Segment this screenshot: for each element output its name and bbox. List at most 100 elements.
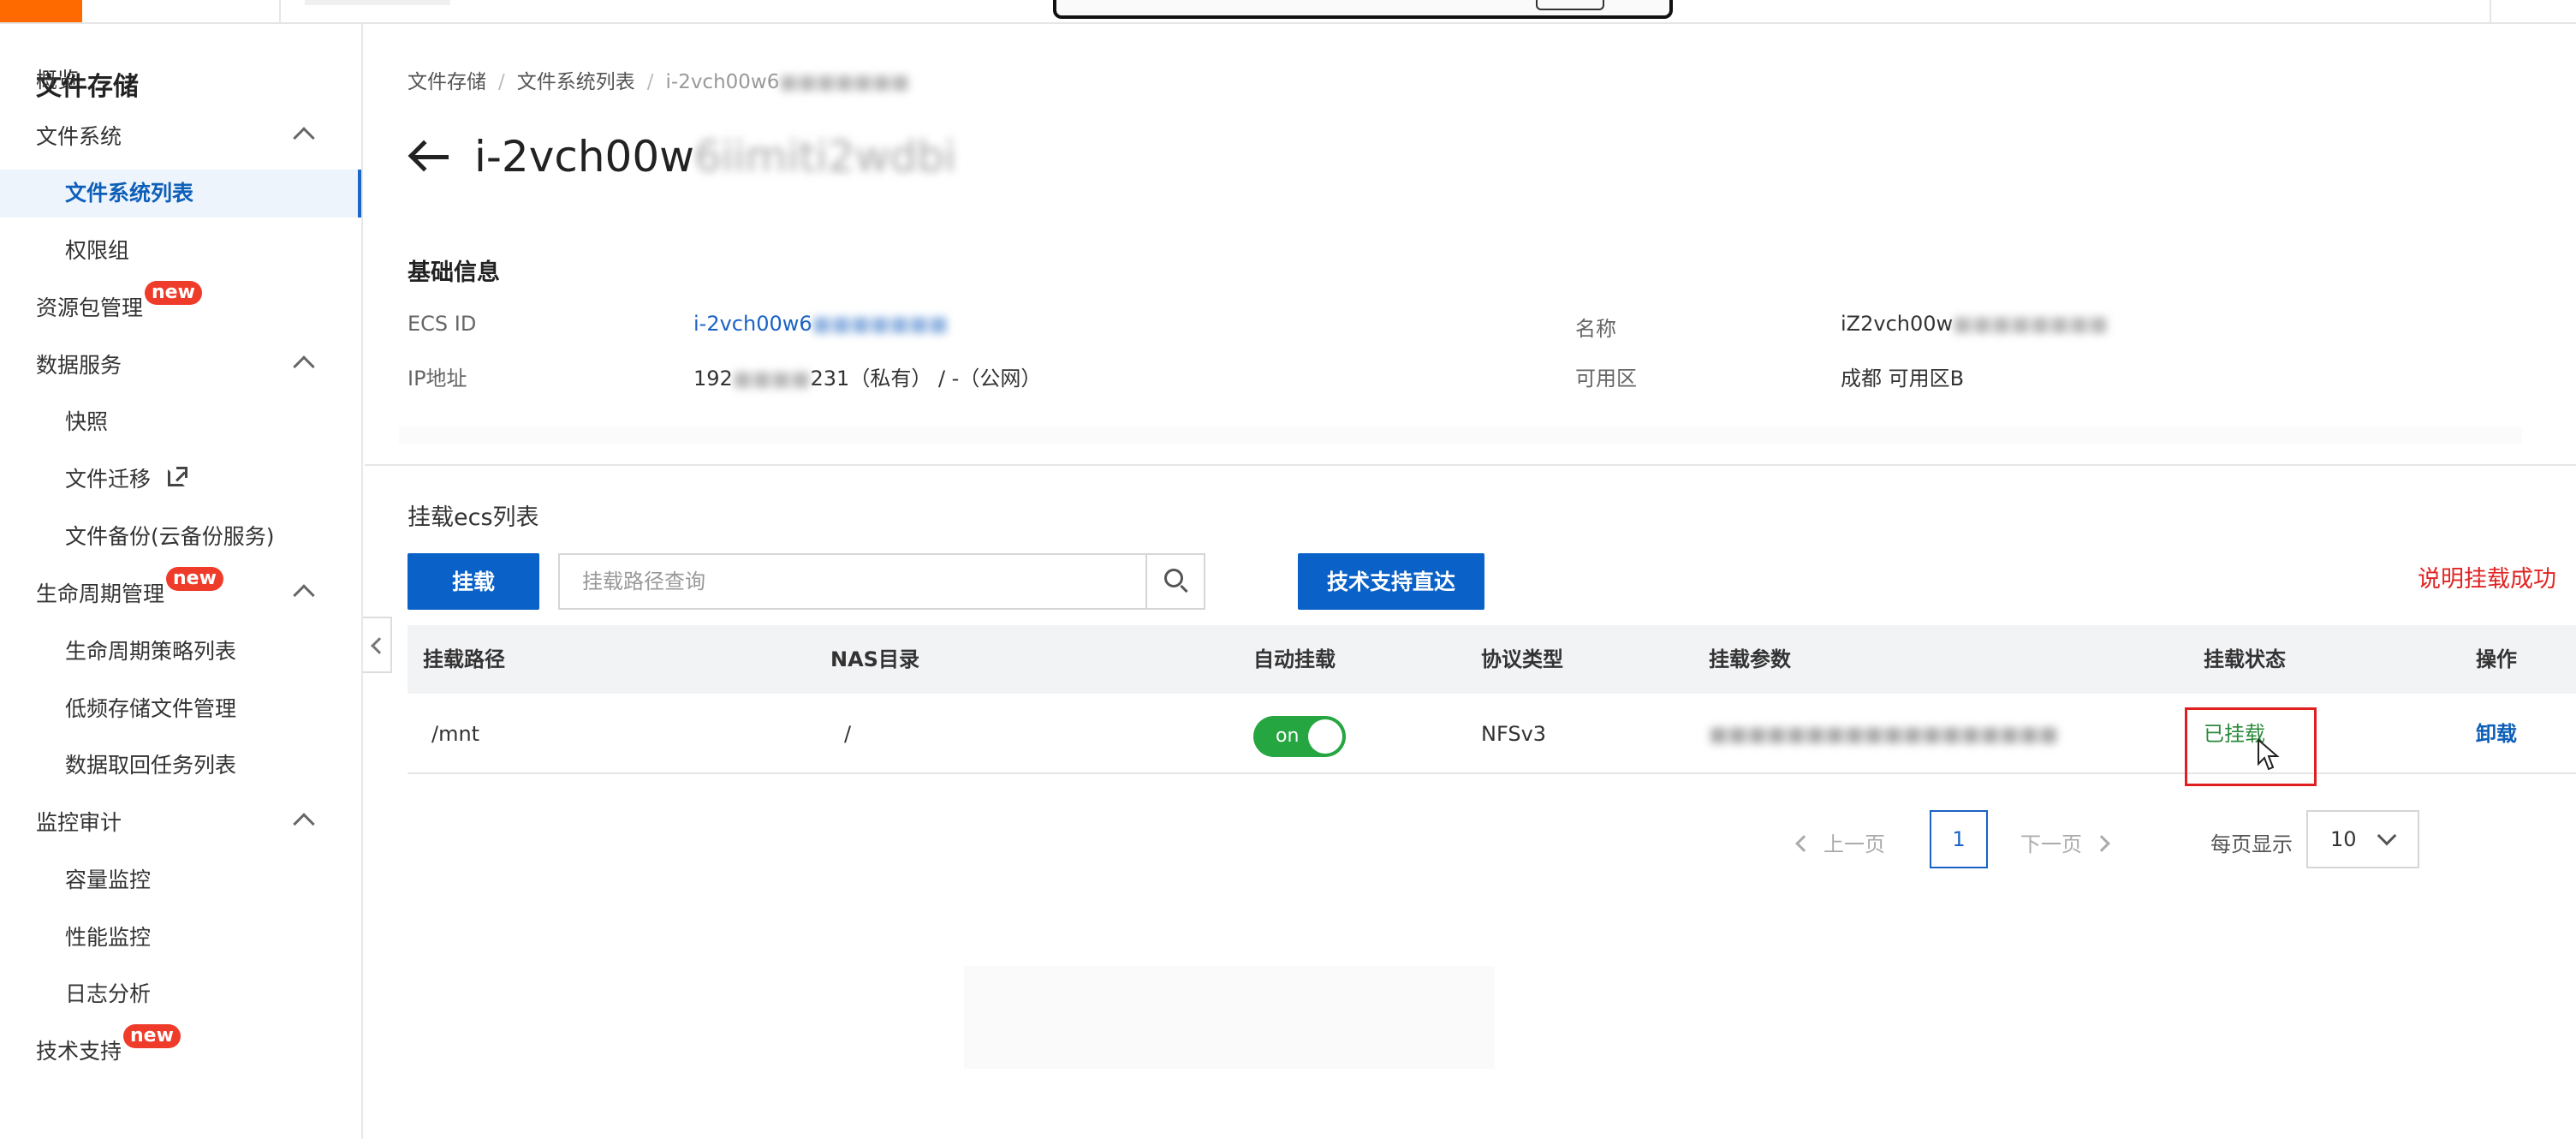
sidebar-item-snapshot[interactable]: 快照 xyxy=(0,398,361,446)
sidebar-item-resource-package[interactable]: 资源包管理new xyxy=(0,281,361,332)
column-header: 挂载参数 xyxy=(1709,647,1791,671)
page-title: i-2vch00w6iimiti2wdbi xyxy=(408,132,956,182)
sidebar-item-label: 日志分析 xyxy=(65,981,152,1006)
redacted-text: ■■■■■■■ xyxy=(779,71,910,93)
chevron-up-icon xyxy=(293,813,315,835)
basic-info-title: 基础信息 xyxy=(408,259,500,286)
redacted-text: ■■■■■■■ xyxy=(812,312,949,336)
table-row: /mnt / on NFSv3 ■■■■■■■■■■■■■■■■■■ 已挂载 卸… xyxy=(408,694,2576,774)
sidebar-item-label: 性能监控 xyxy=(65,925,152,950)
sidebar-item-log-analysis[interactable]: 日志分析 xyxy=(0,970,361,1018)
sidebar-item-label: 文件系统列表 xyxy=(65,181,194,206)
top-bar-divider xyxy=(2490,0,2491,22)
top-bar xyxy=(0,0,2576,24)
top-bar-tab[interactable] xyxy=(305,0,450,5)
sidebar-item-permission-group[interactable]: 权限组 xyxy=(0,227,361,275)
page-number-button[interactable]: 1 xyxy=(1930,810,1988,868)
sidebar-item-lifecycle[interactable]: 生命周期管理new xyxy=(0,567,361,618)
chevron-up-icon xyxy=(293,355,315,378)
auto-mount-toggle[interactable]: on xyxy=(1253,716,1346,757)
sidebar-item-label: 快照 xyxy=(65,409,109,434)
sidebar-item-file-system-list[interactable]: 文件系统列表 xyxy=(0,170,361,218)
name-label: 名称 xyxy=(1575,317,1616,341)
sidebar-item-performance-monitoring[interactable]: 性能监控 xyxy=(0,914,361,962)
protocol-cell: NFSv3 xyxy=(1481,722,1547,746)
sidebar-item-file-backup[interactable]: 文件备份(云备份服务) xyxy=(0,513,361,561)
annotation-text: 说明挂载成功 xyxy=(2418,566,2556,593)
sidebar-item-label: 生命周期管理 xyxy=(36,581,165,606)
command-bar[interactable] xyxy=(1053,0,1673,19)
sidebar-item-label: 生命周期策略列表 xyxy=(65,639,237,664)
breadcrumb: 文件存储 / 文件系统列表 / i-2vch00w6■■■■■■■ xyxy=(408,65,910,94)
ip-value: 192■■■■231（私有） / -（公网） xyxy=(693,361,1041,391)
per-page-select[interactable]: 10 xyxy=(2306,810,2419,868)
next-page-button[interactable]: 下一页 xyxy=(2020,827,2110,862)
search-input[interactable] xyxy=(560,555,1147,608)
tech-support-button[interactable]: 技术支持直达 xyxy=(1298,553,1484,610)
ecs-id-value[interactable]: i-2vch00w6■■■■■■■ xyxy=(693,312,948,336)
ip-label: IP地址 xyxy=(408,367,467,391)
sidebar-item-label: 文件迁移 xyxy=(65,467,152,492)
per-page-label: 每页显示 xyxy=(2210,832,2293,856)
column-header: 操作 xyxy=(2476,647,2517,671)
sidebar-item-label: 概览 xyxy=(36,68,80,92)
sidebar-item-data-retrieval-tasks[interactable]: 数据取回任务列表 xyxy=(0,742,361,790)
next-page-label: 下一页 xyxy=(2020,832,2082,856)
column-header: 自动挂载 xyxy=(1253,647,1336,671)
zone-value: 成都 可用区B xyxy=(1841,367,1965,391)
breadcrumb-separator: / xyxy=(646,71,654,93)
sidebar-item-monitoring-audit[interactable]: 监控审计 xyxy=(0,799,361,847)
sidebar-item-label: 数据取回任务列表 xyxy=(65,753,237,778)
per-page-value: 10 xyxy=(2330,827,2357,851)
page-title-text: i-2vch00w xyxy=(474,132,695,182)
brand-logo[interactable] xyxy=(0,0,82,22)
sidebar-item-ia-file-management[interactable]: 低频存储文件管理 xyxy=(0,685,361,733)
faint-background xyxy=(964,966,1495,1069)
mount-path-cell: /mnt xyxy=(431,722,480,746)
table-header: 挂载路径 NAS目录 自动挂载 协议类型 挂载参数 挂载状态 操作 xyxy=(408,625,2576,694)
toggle-knob xyxy=(1308,719,1342,754)
breadcrumb-root[interactable]: 文件存储 xyxy=(408,71,486,93)
column-header: 挂载路径 xyxy=(423,647,505,671)
sidebar-item-label: 文件系统 xyxy=(36,124,122,149)
redacted-text: ■■■■ xyxy=(732,367,811,391)
search-icon xyxy=(1164,569,1183,587)
faint-background xyxy=(399,426,2522,444)
sidebar-item-capacity-monitoring[interactable]: 容量监控 xyxy=(0,856,361,904)
column-header: 挂载状态 xyxy=(2204,647,2286,671)
chevron-up-icon xyxy=(293,584,315,606)
redacted-text: ■■■■■■■■ xyxy=(1953,312,2109,336)
search-button[interactable] xyxy=(1145,555,1204,608)
sidebar-item-data-service[interactable]: 数据服务 xyxy=(0,342,361,390)
sidebar-item-tech-support[interactable]: 技术支持new xyxy=(0,1024,361,1076)
external-link-icon xyxy=(168,467,188,486)
mount-button[interactable]: 挂载 xyxy=(408,553,539,610)
breadcrumb-file-system-list[interactable]: 文件系统列表 xyxy=(517,71,635,93)
chevron-left-icon xyxy=(1795,835,1812,852)
unmount-link[interactable]: 卸载 xyxy=(2476,694,2517,774)
breadcrumb-current: i-2vch00w6 xyxy=(665,71,780,93)
back-arrow-icon[interactable] xyxy=(408,140,450,174)
section-divider xyxy=(365,464,2576,466)
mouse-cursor-icon xyxy=(2258,738,2280,771)
mount-list-title: 挂载ecs列表 xyxy=(408,504,539,531)
chevron-right-icon xyxy=(2093,835,2110,852)
ecs-id-label: ECS ID xyxy=(408,312,477,336)
sidebar-item-label: 低频存储文件管理 xyxy=(65,696,237,721)
sidebar-item-lifecycle-policy-list[interactable]: 生命周期策略列表 xyxy=(0,628,361,676)
sidebar-item-label: 资源包管理 xyxy=(36,295,144,320)
sidebar-item-label: 容量监控 xyxy=(65,868,152,892)
ecs-id-text: i-2vch00w6 xyxy=(693,312,812,336)
toggle-label: on xyxy=(1276,725,1300,747)
prev-page-button[interactable]: 上一页 xyxy=(1795,827,1885,862)
ip-suffix: 231（私有） / -（公网） xyxy=(810,367,1042,391)
command-bar-button[interactable] xyxy=(1536,0,1604,10)
sidebar-item-file-migration[interactable]: 文件迁移 xyxy=(0,456,361,504)
sidebar: 文件存储 概览 文件系统 文件系统列表 权限组 资源包管理new 数据服务 快照… xyxy=(0,24,363,1139)
name-text: iZ2vch00w xyxy=(1841,312,1954,336)
column-header: 协议类型 xyxy=(1481,647,1563,671)
sidebar-item-label: 技术支持 xyxy=(36,1039,122,1064)
sidebar-item-overview[interactable]: 概览 xyxy=(0,57,361,104)
sidebar-item-file-system[interactable]: 文件系统 xyxy=(0,113,361,161)
sidebar-item-label: 监控审计 xyxy=(36,810,122,835)
